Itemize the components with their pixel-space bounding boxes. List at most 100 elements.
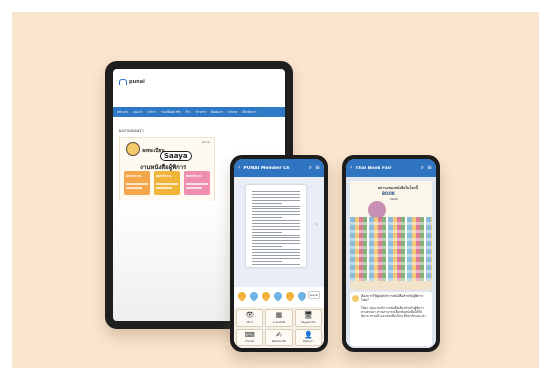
showcase-background: punai หน้าแรก แนะนำ บริการ ร่วมเป็นสมาชิก รี… — [12, 12, 539, 368]
document-text-line — [252, 228, 300, 230]
menu-item-label: บริการ — [245, 320, 254, 324]
nav-item[interactable]: ร่วมเป็นสมาชิก — [161, 110, 181, 115]
phone-member-chat: ‹ PUNAI Member Ch ⌕ ≡ › punai 👁 บริการ ▦ อ่… — [230, 155, 328, 352]
ticket-card-label: บัตรเข้างาน — [186, 174, 202, 178]
chip-logo: punai — [307, 291, 320, 299]
rich-menu-item[interactable]: ✍ สมัครสมาชิก — [265, 328, 293, 346]
menu-item-label: อ่านหนังสือ — [272, 320, 286, 324]
menu-icon[interactable]: ≡ — [315, 165, 320, 171]
nav-item[interactable]: ข่าวสาร — [196, 110, 207, 115]
nav-item[interactable]: เกี่ยวกับเรา — [242, 110, 256, 115]
nav-item[interactable]: ติดต่อเรา — [211, 110, 223, 115]
event-banner[interactable]: punai ลงทะเบียน Saaya งานหนังสือผู้พิการ… — [119, 137, 215, 202]
nav-item[interactable]: แนะนำ — [133, 110, 142, 115]
rich-menu-item[interactable]: 👁 บริการ — [236, 309, 264, 327]
card-text-line — [156, 187, 172, 189]
document-text-line — [252, 208, 300, 210]
ticket-cards: บัตรเข้างาน บัตรเข้างาน บัตรเข้างาน — [124, 171, 210, 195]
document-text-line — [252, 231, 282, 233]
chat-message: ต้องการใช้ศูนย์บริการหนังสือสำหรับผู้พิก… — [350, 292, 432, 346]
document-text-line — [252, 196, 300, 198]
document-text-line — [252, 249, 300, 250]
document-text-line — [252, 202, 282, 204]
menu-item-icon: ✍ — [276, 330, 282, 339]
nav-item[interactable]: บริจาค — [228, 110, 237, 115]
document-text-line — [252, 225, 300, 227]
rich-menu-item[interactable]: 🖥 ข้อมูลสมาชิก — [294, 309, 322, 327]
nav-item[interactable]: หน้าแรก — [117, 110, 128, 115]
logo-icon — [119, 79, 127, 85]
document-text-line — [252, 243, 300, 245]
document-text-line — [252, 217, 282, 219]
menu-item-icon: 👤 — [303, 330, 313, 339]
menu-item-label: ติดต่อเรา — [303, 340, 314, 343]
card-text-line — [126, 183, 148, 185]
card-text-line — [126, 187, 142, 189]
document-text-line — [252, 211, 300, 213]
book-fair-poster[interactable]: สถานะของหนังสือในโลกนี้ BOOK 2024 — [350, 181, 432, 290]
poster-subhead: BOOK — [382, 191, 395, 196]
document-text-line — [252, 237, 300, 239]
back-arrow-icon[interactable]: ‹ — [238, 165, 240, 171]
heart-icon — [296, 290, 308, 302]
rich-menu-item[interactable]: ⌨ เว็บไซต์ — [236, 328, 264, 346]
message-question: ต้องการใช้ศูนย์บริการหนังสือสำหรับผู้พิก… — [361, 294, 424, 303]
back-arrow-icon[interactable]: ‹ — [350, 165, 352, 171]
rich-menu-item[interactable]: 👤 ติดต่อเรา — [294, 328, 322, 346]
document-text-line — [252, 263, 300, 265]
nav-item[interactable]: บริการ — [147, 110, 156, 115]
site-navbar: หน้าแรก แนะนำ บริการ ร่วมเป็นสมาชิก รีวิว ข่า… — [113, 107, 285, 117]
document-text-line — [252, 260, 282, 262]
section-title: ผลงานของเรา — [119, 128, 144, 133]
banner-brand: Saaya — [160, 151, 192, 161]
poster-illustration-overlay — [350, 217, 432, 281]
document-text-line — [252, 234, 300, 236]
heart-icon — [272, 290, 284, 302]
avatar — [352, 295, 359, 302]
ticket-card[interactable]: บัตรเข้างาน — [154, 171, 180, 195]
menu-item-label: เว็บไซต์ — [245, 340, 255, 343]
menu-icon[interactable]: ≡ — [427, 165, 432, 171]
phone-book-fair: ‹ Thai Book Fair ⌕ ≡ สถานะของหนังสือในโล… — [342, 155, 440, 352]
heart-icon — [260, 290, 272, 302]
sticker-strip: punai — [234, 287, 324, 307]
chat-title-2: Thai Book Fair — [355, 165, 392, 171]
next-page-icon[interactable]: › — [316, 221, 318, 228]
ticket-card-label: บัตรเข้างาน — [156, 174, 172, 178]
menu-item-icon: 👁 — [245, 311, 255, 319]
nav-item[interactable]: รีวิว — [186, 110, 191, 115]
phone2-screen: ‹ Thai Book Fair ⌕ ≡ สถานะของหนังสือในโล… — [346, 159, 436, 348]
ticket-card[interactable]: บัตรเข้างาน — [184, 171, 210, 195]
search-icon[interactable]: ⌕ — [309, 165, 312, 171]
document-page — [246, 185, 306, 267]
menu-item-label: สมัครสมาชิก — [271, 340, 287, 343]
document-text-line — [252, 246, 282, 248]
document-text-line — [252, 254, 300, 256]
menu-item-icon: ⌨ — [244, 330, 255, 339]
document-text-line — [252, 205, 300, 207]
chat-title: PUNAI Member Ch — [243, 165, 290, 171]
document-text-line — [252, 251, 300, 253]
rich-menu: 👁 บริการ ▦ อ่านหนังสือ 🖥 ข้อมูลสมาชิก ⌨ เว็บไซต… — [234, 307, 324, 348]
ticket-card-label: บัตรเข้างาน — [126, 174, 142, 178]
search-icon[interactable]: ⌕ — [421, 165, 424, 171]
menu-item-icon: ▦ — [275, 311, 283, 319]
phone1-screen: ‹ PUNAI Member Ch ⌕ ≡ › punai 👁 บริการ ▦ อ่… — [234, 159, 324, 348]
ticket-card[interactable]: บัตรเข้างาน — [124, 171, 150, 195]
document-preview[interactable]: › — [234, 177, 324, 287]
document-text-line — [252, 220, 300, 221]
document-text-line — [252, 199, 300, 201]
heart-icon — [236, 290, 248, 302]
card-text-line — [186, 183, 208, 185]
chat-header: ‹ PUNAI Member Ch ⌕ ≡ — [234, 159, 324, 177]
site-logo[interactable]: punai — [119, 79, 145, 85]
logo-text: punai — [129, 79, 145, 85]
document-text-line — [252, 214, 300, 216]
document-text-line — [252, 193, 300, 195]
rich-menu-item[interactable]: ▦ อ่านหนังสือ — [265, 309, 293, 327]
document-text-line — [252, 240, 300, 242]
document-text-line — [252, 222, 300, 224]
menu-item-icon: 🖥 — [303, 311, 313, 319]
chat-header-2: ‹ Thai Book Fair ⌕ ≡ — [346, 159, 436, 177]
heart-icon — [248, 290, 260, 302]
